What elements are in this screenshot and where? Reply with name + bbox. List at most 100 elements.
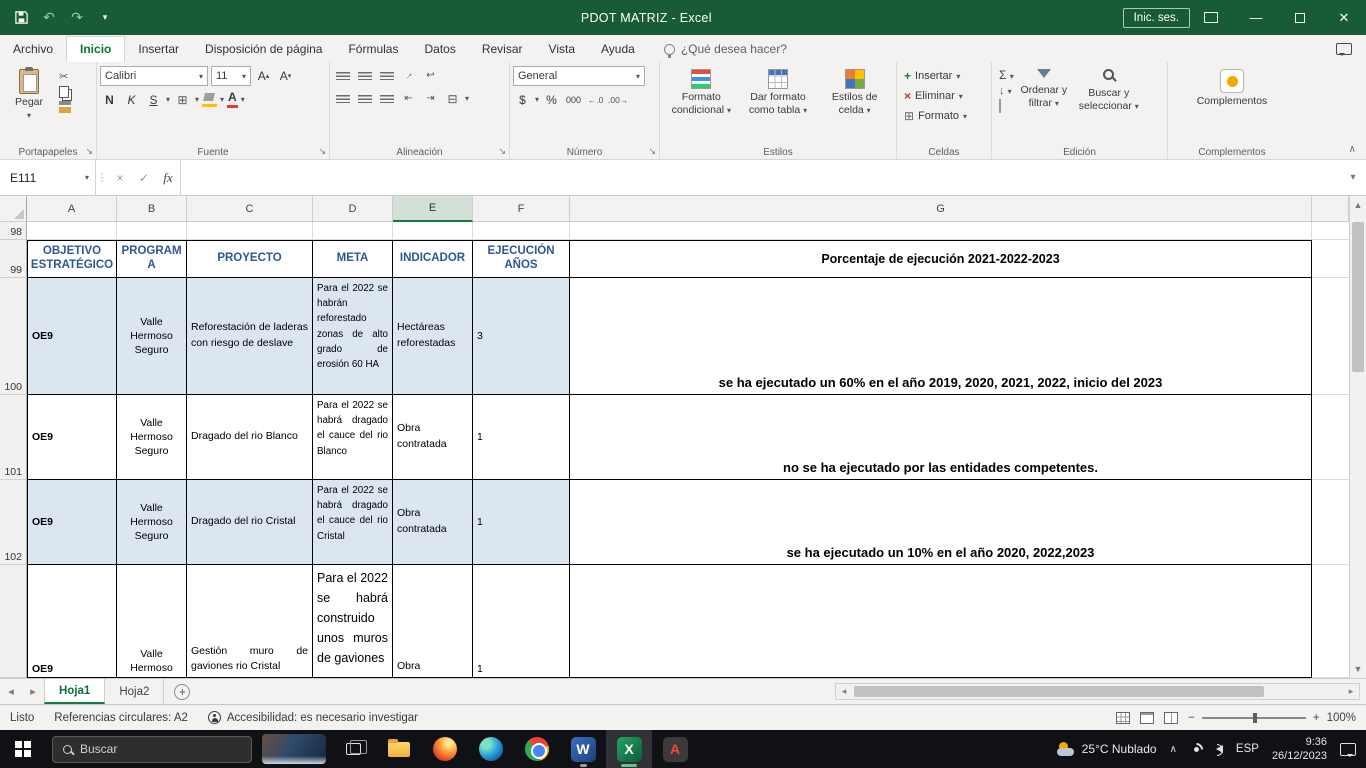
notifications-icon[interactable] (1340, 743, 1356, 756)
column-header-c[interactable]: C (187, 196, 313, 222)
cell-c103[interactable]: Gestión muro de gaviones rio Cristal (187, 565, 313, 678)
ribbon-display-options-icon[interactable] (1204, 12, 1218, 23)
cell-e100[interactable]: Hectáreas reforestadas (393, 278, 473, 395)
tab-archivo[interactable]: Archivo (0, 37, 66, 62)
merge-center-icon[interactable]: ⊟ (443, 89, 462, 108)
zoom-level[interactable]: 100% (1327, 712, 1356, 724)
cell-b99[interactable]: PROGRAMA (117, 240, 187, 278)
acrobat-button[interactable]: A (652, 730, 698, 768)
increase-decimal-icon[interactable]: ←.0 (586, 90, 605, 109)
cell-f99[interactable]: EJECUCIÓN AÑOS (473, 240, 570, 278)
cell-c99[interactable]: PROYECTO (187, 240, 313, 278)
percent-format-button[interactable]: % (542, 90, 561, 109)
cell-a99[interactable]: OBJETIVO ESTRATÉGICO (27, 240, 117, 278)
cell-b102[interactable]: Valle Hermoso Seguro (117, 480, 187, 565)
redo-icon[interactable]: ↷ (64, 4, 90, 32)
copy-icon[interactable] (59, 86, 69, 98)
horizontal-scroll-thumb[interactable] (854, 686, 1264, 697)
cell-b101[interactable]: Valle Hermoso Seguro (117, 395, 187, 480)
cell-e103[interactable]: Obra (393, 565, 473, 678)
sign-in-button[interactable]: Inic. ses. (1123, 8, 1190, 28)
currency-format-button[interactable]: $ (513, 90, 532, 109)
collapse-ribbon-icon[interactable]: ∧ (1349, 144, 1356, 155)
cell-a98[interactable] (27, 222, 117, 240)
row-header-100[interactable]: 100 (0, 278, 27, 395)
addins-button[interactable]: Complementos (1190, 66, 1274, 144)
row-header-101[interactable]: 101 (0, 395, 27, 480)
close-button[interactable]: ✕ (1322, 0, 1366, 35)
cell-styles-button[interactable]: Estilos de celda ▾ (816, 66, 893, 144)
cell-a101[interactable]: OE9 (27, 395, 117, 480)
cell-e101[interactable]: Obra contratada (393, 395, 473, 480)
select-all-corner[interactable] (0, 196, 27, 222)
font-name-select[interactable]: Calibri ▾ (100, 66, 208, 86)
enter-icon[interactable]: ✓ (132, 160, 156, 195)
scroll-up-icon[interactable]: ▲ (1350, 196, 1366, 214)
autosum-button[interactable]: Σ ▾ (999, 68, 1014, 82)
tab-ayuda[interactable]: Ayuda (588, 37, 648, 62)
start-button[interactable] (0, 730, 46, 768)
cell-f100[interactable]: 3 (473, 278, 570, 395)
word-button[interactable]: W (560, 730, 606, 768)
merge-dropdown-icon[interactable]: ▾ (465, 94, 469, 103)
scroll-right-icon[interactable]: ▸ (1343, 686, 1359, 697)
minimize-button[interactable]: — (1234, 0, 1278, 35)
zoom-out-icon[interactable]: − (1188, 712, 1195, 724)
cell-g102[interactable]: se ha ejecutado un 10% en el año 2020, 2… (570, 480, 1312, 565)
cell-f103[interactable]: 1 (473, 565, 570, 678)
increase-indent-icon[interactable]: ⇥ (421, 89, 440, 108)
page-layout-view-icon[interactable] (1140, 712, 1154, 724)
chrome-button[interactable] (514, 730, 560, 768)
borders-dropdown-icon[interactable]: ▾ (195, 95, 199, 104)
cell-g99[interactable]: Porcentaje de ejecución 2021-2022-2023 (570, 240, 1312, 278)
zoom-in-icon[interactable]: + (1313, 712, 1320, 724)
cell-d98[interactable] (313, 222, 393, 240)
align-left-icon[interactable] (333, 89, 352, 108)
sheet-tab-hoja1[interactable]: Hoja1 (44, 679, 105, 704)
cell-a103[interactable]: OE9 (27, 565, 117, 678)
cell-d102[interactable]: Para el 2022 se habrá dragado el cauce d… (313, 480, 393, 565)
tab-datos[interactable]: Datos (411, 37, 468, 62)
align-right-icon[interactable] (377, 89, 396, 108)
tab-inicio[interactable]: Inicio (66, 36, 125, 62)
row-header-98[interactable]: 98 (0, 222, 27, 240)
clock[interactable]: 9:36 26/12/2023 (1272, 735, 1327, 764)
file-explorer-button[interactable] (376, 730, 422, 768)
clear-icon[interactable] (999, 100, 1014, 112)
cell-d103[interactable]: Para el 2022 se habrá construido unos mu… (313, 565, 393, 678)
widgets-thumbnail[interactable] (262, 734, 326, 764)
currency-dropdown-icon[interactable]: ▾ (535, 95, 539, 104)
weather-widget[interactable]: 25°C Nublado (1057, 742, 1157, 756)
dialog-laun cher-icon[interactable]: ↘ (498, 146, 506, 157)
maximize-button[interactable] (1278, 0, 1322, 35)
tab-insertar[interactable]: Insertar (125, 37, 192, 62)
number-format-select[interactable]: General ▾ (513, 66, 645, 86)
sheet-tab-hoja2[interactable]: Hoja2 (105, 679, 164, 704)
font-color-dropdown-icon[interactable]: ▾ (241, 95, 245, 104)
cell-d101[interactable]: Para el 2022 se habrá dragado el cauce d… (313, 395, 393, 480)
formula-bar-grip[interactable]: ⋮ (96, 160, 108, 195)
fill-color-dropdown-icon[interactable]: ▾ (220, 95, 224, 104)
format-painter-icon[interactable] (59, 101, 71, 113)
cell-b98[interactable] (117, 222, 187, 240)
dialog-launcher-icon[interactable]: ↘ (648, 146, 656, 157)
tell-me-search[interactable]: ¿Qué desea hacer? (664, 42, 787, 62)
decrease-indent-icon[interactable]: ⇤ (399, 89, 418, 108)
cell-c98[interactable] (187, 222, 313, 240)
tab-disposicion[interactable]: Disposición de página (192, 37, 335, 62)
cell-g98[interactable] (570, 222, 1312, 240)
borders-icon[interactable]: ⊞ (173, 90, 192, 109)
zoom-slider[interactable] (1202, 717, 1306, 719)
task-view-button[interactable] (330, 730, 376, 768)
undo-icon[interactable]: ↶ (36, 4, 62, 32)
cell-d100[interactable]: Para el 2022 se habrán reforestado zonas… (313, 278, 393, 395)
fill-color-icon[interactable] (202, 93, 217, 107)
save-icon[interactable] (8, 4, 34, 32)
page-break-view-icon[interactable] (1164, 712, 1178, 724)
formula-input[interactable] (180, 160, 1340, 195)
decrease-decimal-icon[interactable]: .00→ (608, 90, 628, 109)
normal-view-icon[interactable] (1116, 712, 1130, 724)
firefox-button[interactable] (422, 730, 468, 768)
taskbar-search[interactable]: Buscar (52, 736, 252, 763)
column-header-f[interactable]: F (473, 196, 570, 222)
